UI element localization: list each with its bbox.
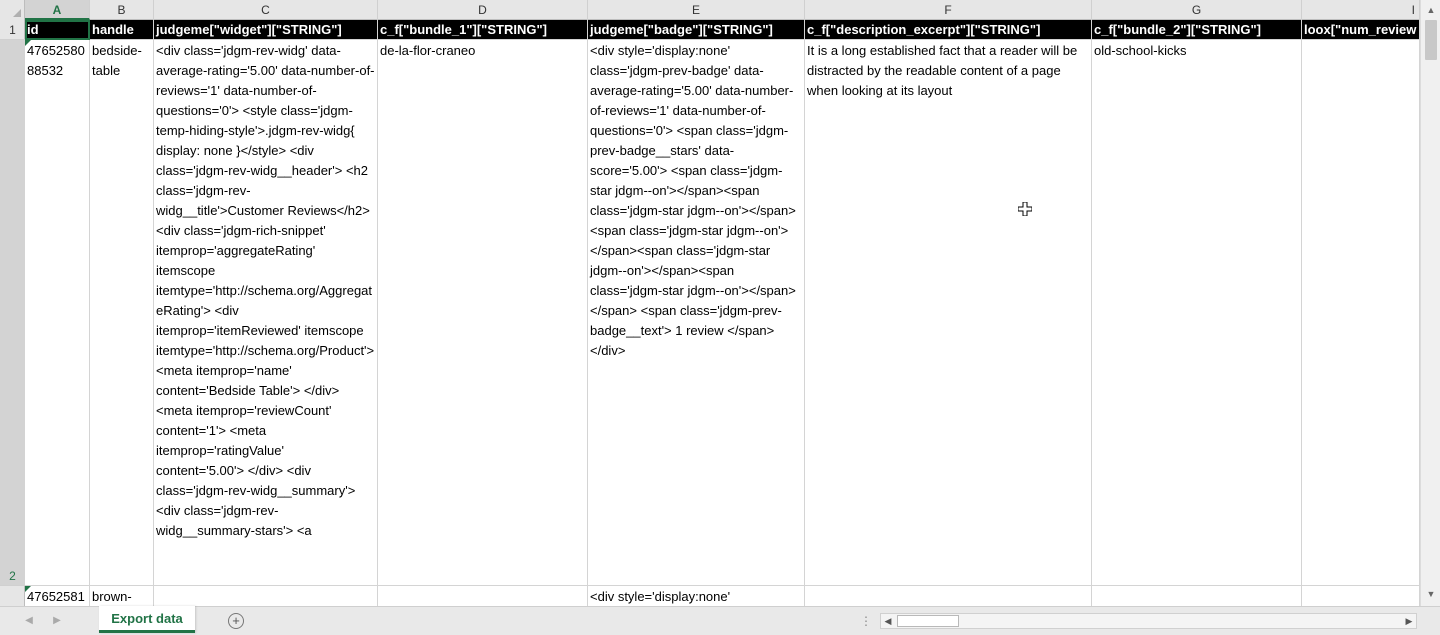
cell-handle[interactable]: bedside-table xyxy=(90,40,154,586)
vertical-scrollbar[interactable]: ▲ ▼ xyxy=(1420,0,1440,606)
cell-widget[interactable]: <div class='jdgm-rev-widg' data-average-… xyxy=(154,40,378,586)
row-header-2[interactable]: 2 xyxy=(0,40,25,586)
scroll-down-icon[interactable]: ▼ xyxy=(1421,586,1440,602)
row-header-1[interactable]: 1 xyxy=(0,20,25,40)
header-cell-loox-num-reviews[interactable]: loox["num_review xyxy=(1302,20,1420,40)
splitter-handle-icon[interactable]: ⋮ xyxy=(860,613,872,629)
column-header-bar: A B C D E F G I xyxy=(0,0,1420,20)
sheet-tab-bar: ◀ ▶ Export data + ⋮ ◀ ▶ xyxy=(0,606,1440,635)
cell-bundle-2-row3[interactable] xyxy=(1092,586,1302,606)
cell-description-excerpt[interactable]: It is a long established fact that a rea… xyxy=(805,40,1092,586)
prev-sheet-icon[interactable]: ◀ xyxy=(22,614,36,628)
cell-loox-num-reviews[interactable] xyxy=(1302,40,1420,586)
column-header-c[interactable]: C xyxy=(154,0,378,20)
scroll-left-icon[interactable]: ◀ xyxy=(881,614,895,628)
cell-cursor-icon xyxy=(1018,202,1032,216)
header-cell-widget[interactable]: judgeme["widget"]["STRING"] xyxy=(154,20,378,40)
cell-loox-num-reviews-row3[interactable] xyxy=(1302,586,1420,606)
spreadsheet-area: A B C D E F G I 1 2 id handle judgeme["w… xyxy=(0,0,1420,606)
cell-id[interactable]: 4765258088532 xyxy=(25,40,90,586)
row-header-bar: 1 2 xyxy=(0,20,25,606)
column-header-f[interactable]: F xyxy=(805,0,1092,20)
header-cell-handle[interactable]: handle xyxy=(90,20,154,40)
cell-badge-row3[interactable]: <div style='display:none' xyxy=(588,586,805,606)
vertical-scroll-thumb[interactable] xyxy=(1425,20,1437,60)
column-header-e[interactable]: E xyxy=(588,0,805,20)
column-header-g[interactable]: G xyxy=(1092,0,1302,20)
cell-bundle-2[interactable]: old-school-kicks xyxy=(1092,40,1302,586)
header-cell-bundle-2[interactable]: c_f["bundle_2"]["STRING"] xyxy=(1092,20,1302,40)
header-cell-bundle-1[interactable]: c_f["bundle_1"]["STRING"] xyxy=(378,20,588,40)
header-cell-badge[interactable]: judgeme["badge"]["STRING"] xyxy=(588,20,805,40)
horizontal-scrollbar[interactable]: ◀ ▶ xyxy=(880,613,1417,629)
cell-handle-row3[interactable]: brown- xyxy=(90,586,154,606)
plus-circle-icon[interactable]: + xyxy=(228,613,244,629)
cell-badge[interactable]: <div style='display:none' class='jdgm-pr… xyxy=(588,40,805,586)
column-header-i[interactable]: I xyxy=(1302,0,1420,20)
column-header-a[interactable]: A xyxy=(25,0,90,20)
cell-bundle-1[interactable]: de-la-flor-craneo xyxy=(378,40,588,586)
scroll-up-icon[interactable]: ▲ xyxy=(1421,2,1440,18)
column-header-b[interactable]: B xyxy=(90,0,154,20)
scroll-right-icon[interactable]: ▶ xyxy=(1402,614,1416,628)
cell-grid: id handle judgeme["widget"]["STRING"] c_… xyxy=(25,20,1420,606)
column-header-d[interactable]: D xyxy=(378,0,588,20)
cell-id-row3[interactable]: 47652581 xyxy=(25,586,90,606)
select-all-button[interactable] xyxy=(0,0,25,20)
header-cell-description-excerpt[interactable]: c_f["description_excerpt"]["STRING"] xyxy=(805,20,1092,40)
cell-description-excerpt-row3[interactable] xyxy=(805,586,1092,606)
header-cell-id[interactable]: id xyxy=(25,20,90,40)
sheet-tab-export-data[interactable]: Export data xyxy=(99,606,195,633)
horizontal-scroll-thumb[interactable] xyxy=(897,615,959,627)
next-sheet-icon[interactable]: ▶ xyxy=(50,614,64,628)
cell-widget-row3[interactable] xyxy=(154,586,378,606)
cell-bundle-1-row3[interactable] xyxy=(378,586,588,606)
